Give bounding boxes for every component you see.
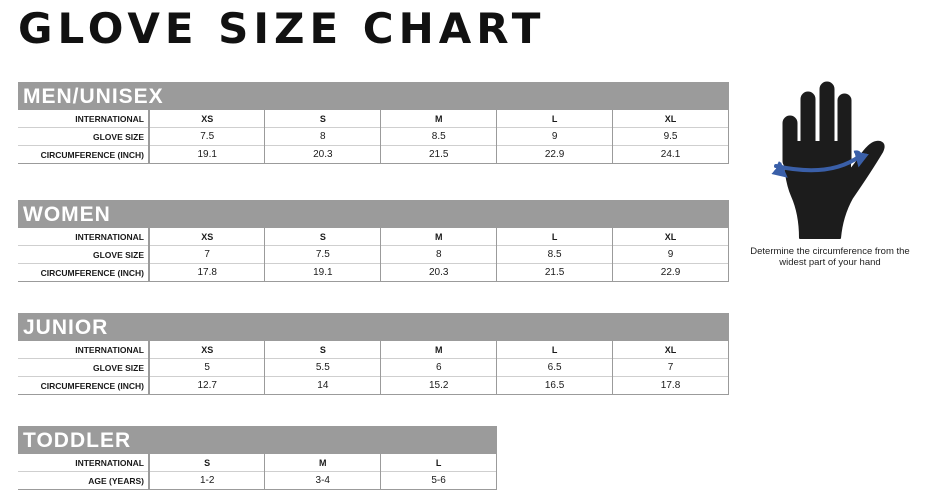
table-row: GLOVE SIZE 5 5.5 6 6.5 7: [18, 358, 729, 377]
section-heading: TODDLER: [18, 426, 497, 454]
row-label: INTERNATIONAL: [18, 110, 150, 128]
table-cell: XS: [201, 113, 214, 124]
table-cell: 7.5: [149, 127, 265, 146]
table-cell: 5-6: [380, 471, 497, 490]
table-row: GLOVE SIZE 7.5 8 8.5 9 9.5: [18, 127, 729, 146]
table-cell: 8.5: [496, 245, 613, 264]
table-row: INTERNATIONAL S M L: [18, 454, 497, 472]
table-cell: 9: [496, 127, 613, 146]
table-cell: L: [496, 228, 613, 246]
table-cell: L: [380, 454, 497, 472]
table-cell: 9.5: [612, 127, 729, 146]
section-heading: MEN/UNISEX: [18, 82, 729, 110]
size-table: INTERNATIONAL XS S M L XL GLOVE SIZE 5 5…: [18, 341, 729, 395]
table-cell: 7: [149, 245, 265, 264]
table-cell: S: [264, 341, 381, 359]
section-junior: JUNIOR INTERNATIONAL XS S M L XL GLOVE S…: [18, 313, 729, 395]
table-row: GLOVE SIZE 7 7.5 8 8.5 9: [18, 245, 729, 264]
row-label: GLOVE SIZE: [18, 127, 150, 146]
table-cell: 8.5: [380, 127, 497, 146]
table-cell: S: [264, 110, 381, 128]
table-cell: 20.3: [380, 263, 497, 282]
table-cell: M: [264, 454, 381, 472]
table-row: INTERNATIONAL XS S M L XL: [18, 341, 729, 359]
table-cell: 6.5: [496, 358, 613, 377]
size-table: INTERNATIONAL S M L AGE (YEARS) 1-2 3-4 …: [18, 454, 497, 490]
row-label: CIRCUMFERENCE (INCH): [18, 263, 150, 282]
section-toddler: TODDLER INTERNATIONAL S M L AGE (YEARS) …: [18, 426, 497, 490]
table-cell: M: [380, 228, 497, 246]
table-cell: 20.3: [264, 145, 381, 164]
table-cell: XL: [612, 110, 729, 128]
table-cell: XS: [201, 231, 214, 242]
page-title: GLOVE SIZE CHART: [18, 4, 546, 53]
table-row: CIRCUMFERENCE (INCH) 12.7 14 15.2 16.5 1…: [18, 376, 729, 395]
section-heading: JUNIOR: [18, 313, 729, 341]
table-row: CIRCUMFERENCE (INCH) 17.8 19.1 20.3 21.5…: [18, 263, 729, 282]
row-label: INTERNATIONAL: [18, 454, 150, 472]
row-label: CIRCUMFERENCE (INCH): [18, 376, 150, 395]
table-cell: 14: [264, 376, 381, 395]
row-label: AGE (YEARS): [18, 471, 150, 490]
table-cell: XL: [612, 341, 729, 359]
table-cell: 19.1: [264, 263, 381, 282]
table-cell: L: [496, 341, 613, 359]
size-table: INTERNATIONAL XS S M L XL GLOVE SIZE 7.5…: [18, 110, 729, 164]
table-row: INTERNATIONAL XS S M L XL: [18, 228, 729, 246]
table-row: CIRCUMFERENCE (INCH) 19.1 20.3 21.5 22.9…: [18, 145, 729, 164]
table-cell: 22.9: [496, 145, 613, 164]
table-cell: XL: [612, 228, 729, 246]
table-row: INTERNATIONAL XS S M L XL: [18, 110, 729, 128]
section-heading: WOMEN: [18, 200, 729, 228]
hand-measure-icon: [770, 78, 900, 249]
table-cell: L: [496, 110, 613, 128]
table-cell: 3-4: [264, 471, 381, 490]
table-cell: XS: [201, 344, 214, 355]
table-cell: 5.5: [264, 358, 381, 377]
row-label: INTERNATIONAL: [18, 341, 150, 359]
table-cell: 24.1: [612, 145, 729, 164]
table-cell: M: [380, 341, 497, 359]
table-cell: 5: [149, 358, 265, 377]
figure-caption: Determine the circumference from the wid…: [750, 246, 910, 268]
table-cell: 17.8: [149, 263, 265, 282]
table-cell: 7: [612, 358, 729, 377]
table-cell: 8: [380, 245, 497, 264]
table-cell: M: [380, 110, 497, 128]
table-cell: S: [264, 228, 381, 246]
row-label: INTERNATIONAL: [18, 228, 150, 246]
table-row: AGE (YEARS) 1-2 3-4 5-6: [18, 471, 497, 490]
row-label: GLOVE SIZE: [18, 358, 150, 377]
table-cell: 15.2: [380, 376, 497, 395]
row-label: GLOVE SIZE: [18, 245, 150, 264]
table-cell: 16.5: [496, 376, 613, 395]
table-cell: 22.9: [612, 263, 729, 282]
table-cell: 12.7: [149, 376, 265, 395]
table-cell: 21.5: [496, 263, 613, 282]
table-cell: 21.5: [380, 145, 497, 164]
table-cell: 1-2: [149, 471, 265, 490]
size-table: INTERNATIONAL XS S M L XL GLOVE SIZE 7 7…: [18, 228, 729, 282]
table-cell: 9: [612, 245, 729, 264]
table-cell: 8: [264, 127, 381, 146]
table-cell: 19.1: [149, 145, 265, 164]
table-cell: 17.8: [612, 376, 729, 395]
section-men-unisex: MEN/UNISEX INTERNATIONAL XS S M L XL GLO…: [18, 82, 729, 164]
section-women: WOMEN INTERNATIONAL XS S M L XL GLOVE SI…: [18, 200, 729, 282]
table-cell: 6: [380, 358, 497, 377]
table-cell: S: [204, 457, 211, 468]
table-cell: 7.5: [264, 245, 381, 264]
row-label: CIRCUMFERENCE (INCH): [18, 145, 150, 164]
